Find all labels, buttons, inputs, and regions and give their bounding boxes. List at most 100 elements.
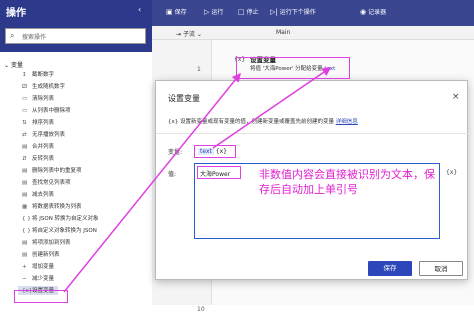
action-item-label: 从列表中删除项 xyxy=(32,108,71,114)
line-number: 10 xyxy=(197,306,205,313)
action-item-label: 生成随机数字 xyxy=(32,84,66,90)
value-label: 值: xyxy=(168,171,177,178)
annotation-note: 非数值内容会直接被识别为文本，保存后自动加上单引号 xyxy=(259,168,435,196)
save-label: 保存 xyxy=(174,9,187,16)
action-icon: ▤ xyxy=(22,168,28,174)
recorder-button[interactable]: ◉ 记录器 xyxy=(360,7,386,16)
dialog-title: 设置变量 xyxy=(168,94,200,103)
step-icon: ▷| xyxy=(270,8,278,16)
search-input[interactable]: ⌕ 搜索操作 xyxy=(5,28,146,44)
action-item[interactable]: ▤ 减去列表 xyxy=(22,190,54,199)
action-item-label: 减去列表 xyxy=(32,192,55,198)
action-item-label: 将数据表转换为列表 xyxy=(32,204,82,210)
annotation-box-step xyxy=(236,57,350,79)
action-item[interactable]: ⇅ 排序列表 xyxy=(22,118,54,127)
value-text: 大海Power xyxy=(197,166,241,179)
action-item[interactable]: ▤ 创建新列表 xyxy=(22,250,60,259)
action-item[interactable]: ▤ 删除列表中的重复项 xyxy=(22,166,82,175)
action-icon: ▦ xyxy=(22,204,28,210)
collapse-chevron-icon[interactable]: ‹ xyxy=(138,5,141,14)
play-icon: ▷ xyxy=(204,8,210,16)
action-item[interactable]: ▤ 将项添加到列表 xyxy=(22,238,71,247)
action-item[interactable]: ▦ 将数据表转换为列表 xyxy=(22,202,82,211)
save-button[interactable]: 保存 xyxy=(368,261,412,276)
variable-name-value: text xyxy=(198,148,214,155)
variable-picker-icon[interactable]: {x} xyxy=(216,148,227,155)
action-icon: ⚂ xyxy=(22,84,27,90)
action-item-label: 创建新列表 xyxy=(32,252,60,258)
action-item[interactable]: { }将 JSON 转换为自定义对象 xyxy=(22,214,99,223)
variable-icon: {x} xyxy=(168,119,179,125)
action-item-label: 删除列表中的重复项 xyxy=(32,168,82,174)
action-icon: ⇵ xyxy=(22,156,27,162)
action-icon: { } xyxy=(22,228,31,234)
save-toolbar-button[interactable]: ▣ 保存 xyxy=(166,7,187,16)
action-item[interactable]: ↕ 截断数字 xyxy=(22,70,54,79)
action-icon: ↕ xyxy=(22,72,27,78)
action-item-label: 增加变量 xyxy=(32,264,55,270)
action-icon: ▤ xyxy=(22,144,28,150)
dialog-description: {x} 设置新变量或现有变量的值，创建新变量或覆盖先前创建的变量 详细信息 xyxy=(168,117,358,125)
toolbar: ▣ 保存 ▷ 运行 □ 停止 ▷| 运行下个操作 ◉ 记录器 xyxy=(152,0,474,26)
action-item[interactable]: ▤ 查找常见列表项 xyxy=(22,178,71,187)
action-item-label: 将 JSON 转换为自定义对象 xyxy=(32,216,99,222)
more-info-link[interactable]: 详细信息 xyxy=(336,119,358,125)
run-next-label: 运行下个操作 xyxy=(279,9,316,16)
action-icon: ▭ xyxy=(22,108,28,114)
action-icon: ▤ xyxy=(22,180,28,186)
run-next-button[interactable]: ▷| 运行下个操作 xyxy=(270,7,316,16)
action-icon: { } xyxy=(22,216,31,222)
subflows-label: 子流 xyxy=(182,31,195,38)
action-item-label: 反转列表 xyxy=(32,156,55,162)
action-icon: ▭ xyxy=(22,96,28,102)
stop-button[interactable]: □ 停止 xyxy=(238,7,259,16)
group-variables[interactable]: ⌄ 变量 xyxy=(4,60,23,69)
actions-panel: 操作 ‹ ⌕ 搜索操作 ⌄ 变量 ↕ 截断数字 ⚂ 生成随机数字 ▭ 清除列表 ▭ 从列表中删… xyxy=(0,0,152,305)
cancel-button[interactable]: 取消 xyxy=(419,261,463,276)
variable-name-field[interactable]: text {x} xyxy=(194,145,236,158)
search-icon: ⌕ xyxy=(10,31,15,40)
action-icon: ⇅ xyxy=(22,120,27,126)
action-item-label: 清除列表 xyxy=(32,96,55,102)
action-item[interactable]: ⚂ 生成随机数字 xyxy=(22,82,65,91)
action-icon: ⇄ xyxy=(22,132,27,138)
record-icon: ◉ xyxy=(360,8,367,16)
subflow-icon: ⇥ xyxy=(176,31,183,38)
chevron-down-icon: ⌄ xyxy=(4,62,10,69)
action-item[interactable]: + 增加变量 xyxy=(22,262,54,271)
action-icon: ▤ xyxy=(22,192,28,198)
stop-label: 停止 xyxy=(246,9,259,16)
action-item-label: 将自定义对象转换为 JSON xyxy=(32,228,97,234)
action-item[interactable]: ▭ 从列表中删除项 xyxy=(22,106,71,115)
action-item[interactable]: ⇄ 无序播放列表 xyxy=(22,130,65,139)
search-placeholder: 搜索操作 xyxy=(22,34,47,41)
action-item-label: 减少变量 xyxy=(32,276,55,282)
flow-tabbar: ⇥ 子流 ⌄ Main xyxy=(152,26,474,40)
action-item[interactable]: ⇵ 反转列表 xyxy=(22,154,54,163)
tab-subflows[interactable]: ⇥ 子流 ⌄ xyxy=(176,29,202,38)
action-item-label: 合并列表 xyxy=(32,144,55,150)
action-item-label: 将项添加到列表 xyxy=(32,240,71,246)
action-item[interactable]: − 减少变量 xyxy=(22,274,54,283)
line-number: 1 xyxy=(197,66,201,73)
value-picker-icon[interactable]: {x} xyxy=(446,169,457,176)
action-icon: + xyxy=(22,264,27,270)
action-item[interactable]: ▭ 清除列表 xyxy=(22,94,54,103)
action-item-label: 排序列表 xyxy=(32,120,55,126)
action-item[interactable]: { }将自定义对象转换为 JSON xyxy=(22,226,97,235)
save-icon: ▣ xyxy=(166,8,173,16)
group-label: 变量 xyxy=(10,62,23,69)
value-field[interactable]: 大海Power 非数值内容会直接被识别为文本，保存后自动加上单引号 xyxy=(194,163,440,239)
divider xyxy=(156,133,469,134)
annotation-box-action xyxy=(14,290,68,303)
actions-list: ⌄ 变量 ↕ 截断数字 ⚂ 生成随机数字 ▭ 清除列表 ▭ 从列表中删除项 ⇅ 排序列表 ⇄ 无序播放… xyxy=(0,52,152,305)
action-item-label: 截断数字 xyxy=(32,72,55,78)
run-button[interactable]: ▷ 运行 xyxy=(204,7,223,16)
close-icon[interactable]: × xyxy=(452,92,460,102)
tab-main[interactable]: Main xyxy=(276,29,290,36)
action-item[interactable]: ▤ 合并列表 xyxy=(22,142,54,151)
action-item-label: 无序播放列表 xyxy=(32,132,66,138)
run-label: 运行 xyxy=(211,9,224,16)
set-variable-dialog: 设置变量 × {x} 设置新变量或现有变量的值，创建新变量或覆盖先前创建的变量 … xyxy=(155,80,469,280)
variable-label: 变量: xyxy=(168,149,183,156)
